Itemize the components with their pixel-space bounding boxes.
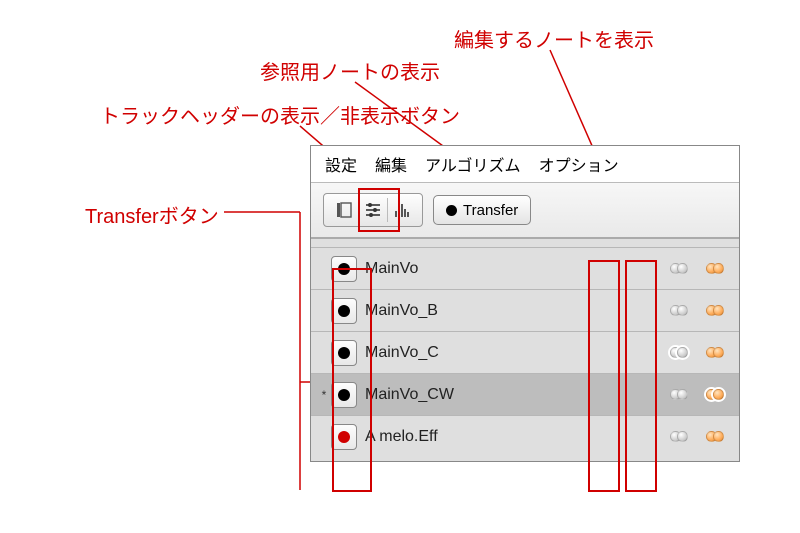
blob-gray-icon <box>670 305 688 316</box>
edit-note-toggle[interactable] <box>697 431 733 442</box>
record-dot-icon <box>338 389 350 401</box>
transfer-button[interactable]: Transfer <box>433 195 531 225</box>
menu-settings[interactable]: 設定 <box>325 152 357 176</box>
track-record-button[interactable] <box>331 382 357 408</box>
blob-orange-icon <box>706 431 724 442</box>
track-record-button[interactable] <box>331 256 357 282</box>
blob-orange-icon <box>706 263 724 274</box>
track-record-button[interactable] <box>331 298 357 324</box>
edit-note-toggle[interactable] <box>697 305 733 316</box>
label-edit-notes: 編集するノートを表示 <box>454 24 654 53</box>
edit-note-toggle[interactable] <box>697 347 733 358</box>
track-name-label: MainVo_CW <box>365 386 661 404</box>
transfer-dot-icon <box>446 205 457 216</box>
menu-algorithm[interactable]: アルゴリズム <box>425 152 521 176</box>
record-dot-icon <box>338 347 350 359</box>
blob-orange-icon <box>706 347 724 358</box>
track-star-marker: * <box>317 388 331 402</box>
reference-note-toggle[interactable] <box>661 431 697 442</box>
track-row[interactable]: MainVo_C <box>311 331 739 373</box>
reference-note-toggle[interactable] <box>661 389 697 400</box>
blob-gray-icon <box>670 389 688 400</box>
blob-gray-icon <box>670 347 688 358</box>
toolbar: Transfer <box>311 183 739 238</box>
editor-window: 設定 編集 アルゴリズム オプション <box>310 145 740 462</box>
record-dot-icon <box>338 263 350 275</box>
track-row[interactable]: MainVo <box>311 247 739 289</box>
track-name-label: MainVo_B <box>365 302 661 320</box>
view-mode-waveform-icon[interactable] <box>388 200 416 220</box>
edit-note-toggle[interactable] <box>697 263 733 274</box>
label-track-header-toggle: トラックヘッダーの表示／非表示ボタン <box>100 100 460 129</box>
transfer-button-label: Transfer <box>463 202 518 219</box>
blob-orange-icon <box>706 389 724 400</box>
track-list: MainVo MainVo_B MainVo_C * MainVo_CW A melo.E… <box>311 238 739 461</box>
reference-note-toggle[interactable] <box>661 347 697 358</box>
toolbar-view-modes <box>323 193 423 227</box>
blob-orange-icon <box>706 305 724 316</box>
view-mode-list-icon[interactable] <box>330 200 358 220</box>
edit-note-toggle[interactable] <box>697 389 733 400</box>
blob-gray-icon <box>670 263 688 274</box>
track-name-label: MainVo <box>365 260 661 278</box>
record-dot-icon <box>338 305 350 317</box>
track-row[interactable]: A melo.Eff <box>311 415 739 457</box>
menubar: 設定 編集 アルゴリズム オプション <box>311 146 739 183</box>
blob-gray-icon <box>670 431 688 442</box>
track-name-label: A melo.Eff <box>365 428 661 446</box>
menu-option[interactable]: オプション <box>539 152 619 176</box>
track-row[interactable]: MainVo_B <box>311 289 739 331</box>
label-transfer-button: Transferボタン <box>85 200 219 229</box>
record-dot-icon <box>338 431 350 443</box>
track-name-label: MainVo_C <box>365 344 661 362</box>
menu-edit[interactable]: 編集 <box>375 152 407 176</box>
track-header-toggle-icon[interactable] <box>359 200 387 220</box>
track-record-button[interactable] <box>331 340 357 366</box>
track-row[interactable]: * MainVo_CW <box>311 373 739 415</box>
label-reference-notes: 参照用ノートの表示 <box>260 56 440 85</box>
track-record-button[interactable] <box>331 424 357 450</box>
reference-note-toggle[interactable] <box>661 305 697 316</box>
reference-note-toggle[interactable] <box>661 263 697 274</box>
